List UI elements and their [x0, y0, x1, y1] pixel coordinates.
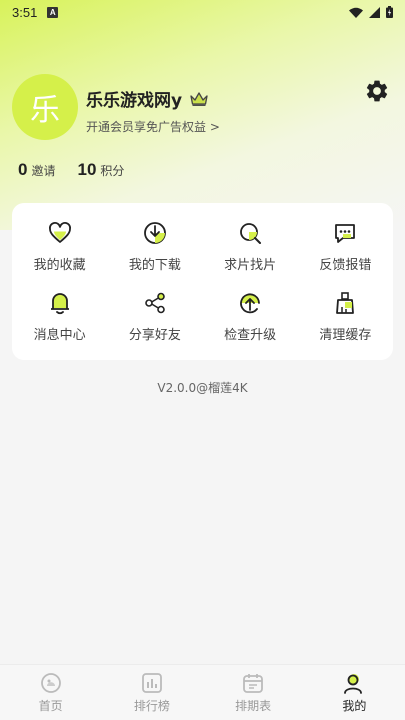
- menu-item-clear-cache[interactable]: 清理缓存: [298, 282, 393, 353]
- tab-label: 排期表: [235, 699, 272, 713]
- calendar-icon: [243, 674, 264, 693]
- username-row: 乐乐游戏网y: [86, 86, 208, 111]
- stat-value: 0: [18, 160, 28, 179]
- menu-label: 清理缓存: [319, 328, 372, 344]
- ranking-icon: [141, 673, 162, 693]
- wifi-icon: [349, 7, 363, 18]
- version-label: V2.0.0@榴莲4K: [157, 381, 248, 395]
- notification-badge: A: [47, 6, 59, 18]
- bell-icon: [50, 293, 69, 315]
- battery-icon: [386, 6, 393, 18]
- menu-item-favorites[interactable]: 我的收藏: [12, 211, 107, 282]
- menu-label: 反馈报错: [319, 257, 372, 273]
- tab-ranking[interactable]: 排行榜: [101, 665, 202, 720]
- tab-profile[interactable]: 我的: [304, 665, 405, 720]
- signal-icon: [369, 6, 380, 18]
- menu-item-request[interactable]: 求片找片: [203, 211, 298, 282]
- menu-label: 我的收藏: [33, 257, 86, 273]
- menu-label: 分享好友: [128, 328, 181, 344]
- broom-icon: [336, 292, 355, 315]
- stat-points[interactable]: 10 积分: [77, 160, 124, 180]
- upgrade-icon: [240, 293, 261, 314]
- tab-label: 首页: [38, 699, 63, 713]
- menu-label: 检查升级: [224, 328, 277, 344]
- avatar-char: 乐: [30, 93, 60, 128]
- download-icon: [143, 221, 166, 244]
- avatar[interactable]: 乐: [12, 74, 78, 140]
- menu-label: 消息中心: [33, 328, 86, 344]
- menu-label: 我的下载: [128, 257, 181, 273]
- feedback-icon: [335, 223, 356, 243]
- bottom-tab-bar: 首页 排行榜 排期表 我的: [0, 664, 405, 720]
- gear-icon[interactable]: [364, 78, 390, 104]
- stats-row: 0 邀请 10 积分: [18, 160, 146, 180]
- menu-item-upgrade[interactable]: 检查升级: [203, 282, 298, 353]
- stat-label: 积分: [100, 164, 125, 178]
- profile-icon: [344, 674, 363, 694]
- stat-invites[interactable]: 0 邀请: [18, 160, 55, 180]
- vip-link[interactable]: 开通会员享免广告权益 >: [86, 118, 220, 135]
- home-icon: [40, 673, 61, 693]
- tab-label: 排行榜: [133, 699, 170, 713]
- menu-label: 求片找片: [224, 257, 277, 273]
- menu-item-share[interactable]: 分享好友: [107, 282, 202, 353]
- heart-icon: [48, 221, 71, 243]
- menu-item-downloads[interactable]: 我的下载: [107, 211, 202, 282]
- search-film-icon: [240, 222, 262, 244]
- stat-value: 10: [77, 160, 97, 179]
- stat-label: 邀请: [31, 164, 56, 178]
- menu-card: 我的收藏 我的下载 求片找片 反馈报错 消息中心 分享好友 检查升级 清理缓存: [12, 203, 393, 360]
- crown-icon: [190, 91, 208, 106]
- username: 乐乐游戏网y: [86, 91, 183, 111]
- menu-item-messages[interactable]: 消息中心: [12, 282, 107, 353]
- tab-home[interactable]: 首页: [0, 665, 101, 720]
- menu-item-feedback[interactable]: 反馈报错: [298, 211, 393, 282]
- tab-label: 我的: [342, 699, 367, 713]
- tab-schedule[interactable]: 排期表: [203, 665, 304, 720]
- status-time: 3:51: [12, 4, 38, 20]
- status-bar: 3:51 A: [0, 0, 405, 24]
- share-icon: [145, 292, 165, 314]
